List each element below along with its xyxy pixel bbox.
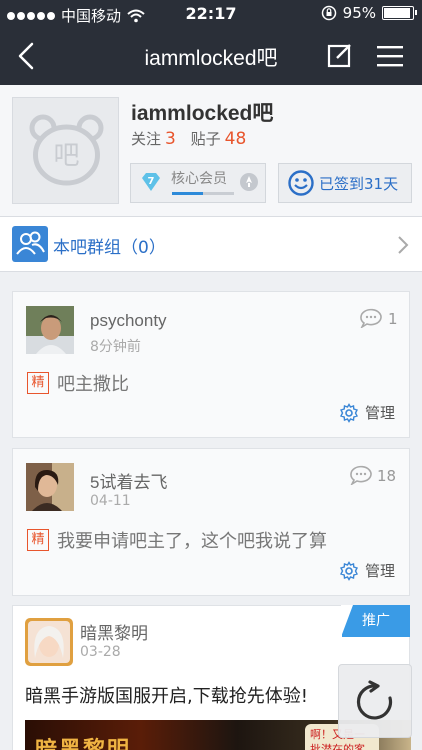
forum-avatar: 吧 xyxy=(12,97,119,204)
nav-bar: iammlocked吧 xyxy=(0,28,422,85)
posts-label: 贴子 xyxy=(190,130,221,148)
svg-text:7: 7 xyxy=(148,176,155,187)
nav-title: iammlocked吧 xyxy=(144,47,278,70)
checkin-button[interactable]: 已签到31天 xyxy=(278,163,412,203)
forum-stats: 关注 3 贴子 48 xyxy=(131,128,256,149)
post-card[interactable]: 5试着去飞 04-11 18 精 我要申请吧主了，这个吧我说了算 管理 xyxy=(12,448,410,596)
avatar[interactable] xyxy=(26,463,74,511)
post-time: 8分钟前 xyxy=(90,339,141,355)
post-title[interactable]: 精 我要申请吧主了，这个吧我说了算 xyxy=(27,527,327,553)
group-label: 本吧群组（0） xyxy=(53,238,166,258)
smile-icon xyxy=(288,170,314,196)
post-title[interactable]: 精 吧主撒比 xyxy=(27,370,129,396)
essence-badge: 精 xyxy=(27,372,49,394)
status-bar: 中国移动 22:17 95% xyxy=(0,0,422,28)
post-card[interactable]: psychonty 8分钟前 1 精 吧主撒比 管理 xyxy=(12,291,410,438)
level-gem-icon: 7 xyxy=(142,173,160,191)
follow-label: 关注 xyxy=(131,130,162,148)
battery-percent: 95% xyxy=(342,4,376,22)
rocket-icon xyxy=(240,173,258,191)
compose-icon[interactable] xyxy=(326,42,354,70)
manage-button[interactable]: 管理 xyxy=(339,402,395,423)
manage-label: 管理 xyxy=(364,404,395,422)
post-time: 04-11 xyxy=(90,493,131,509)
group-icon xyxy=(12,226,48,262)
post-time: 03-28 xyxy=(80,644,121,660)
rotation-lock-icon xyxy=(321,5,336,21)
forum-name: iammlocked吧 xyxy=(131,102,274,125)
essence-badge: 精 xyxy=(27,529,49,551)
post-author[interactable]: 5试着去飞 xyxy=(90,468,167,493)
member-progress-bar xyxy=(172,192,234,195)
post-title[interactable]: 暗黑手游版国服开启,下载抢先体验! xyxy=(25,682,308,708)
comment-icon xyxy=(360,308,382,328)
checkin-label: 已签到31天 xyxy=(319,174,399,193)
refresh-button[interactable] xyxy=(338,664,412,738)
post-author[interactable]: 暗黑黎明 xyxy=(80,619,148,644)
member-level-card[interactable]: 7 核心会员 xyxy=(130,163,266,203)
forum-header: 吧 iammlocked吧 关注 3 贴子 48 7 核心会员 已签到31天 xyxy=(0,85,422,217)
gear-icon xyxy=(339,560,358,581)
posts-count: 48 xyxy=(224,129,247,149)
chevron-right-icon xyxy=(398,236,409,254)
avatar[interactable] xyxy=(25,618,73,666)
gear-icon xyxy=(339,402,358,423)
status-right: 95% xyxy=(321,4,417,22)
battery-icon xyxy=(382,6,417,20)
banner-title: 暗黑黎明 xyxy=(35,732,131,750)
manage-label: 管理 xyxy=(364,562,395,580)
comment-icon xyxy=(350,465,372,485)
follow-count: 3 xyxy=(165,129,176,149)
forum-group-row[interactable]: 本吧群组（0） xyxy=(0,217,422,272)
manage-button[interactable]: 管理 xyxy=(339,560,395,581)
bear-logo-glyph: 吧 xyxy=(53,141,79,171)
menu-icon[interactable] xyxy=(376,43,404,69)
refresh-icon xyxy=(356,680,393,720)
post-title-text: 我要申请吧主了，这个吧我说了算 xyxy=(57,531,327,552)
member-label: 核心会员 xyxy=(171,171,227,187)
comment-count: 1 xyxy=(388,310,398,328)
avatar[interactable] xyxy=(26,306,74,354)
post-author[interactable]: psychonty xyxy=(90,311,167,331)
post-title-text: 吧主撒比 xyxy=(57,374,129,395)
comment-count: 18 xyxy=(377,467,397,485)
bear-logo-icon: 吧 xyxy=(29,114,104,186)
promo-badge: 推广 xyxy=(341,605,410,637)
